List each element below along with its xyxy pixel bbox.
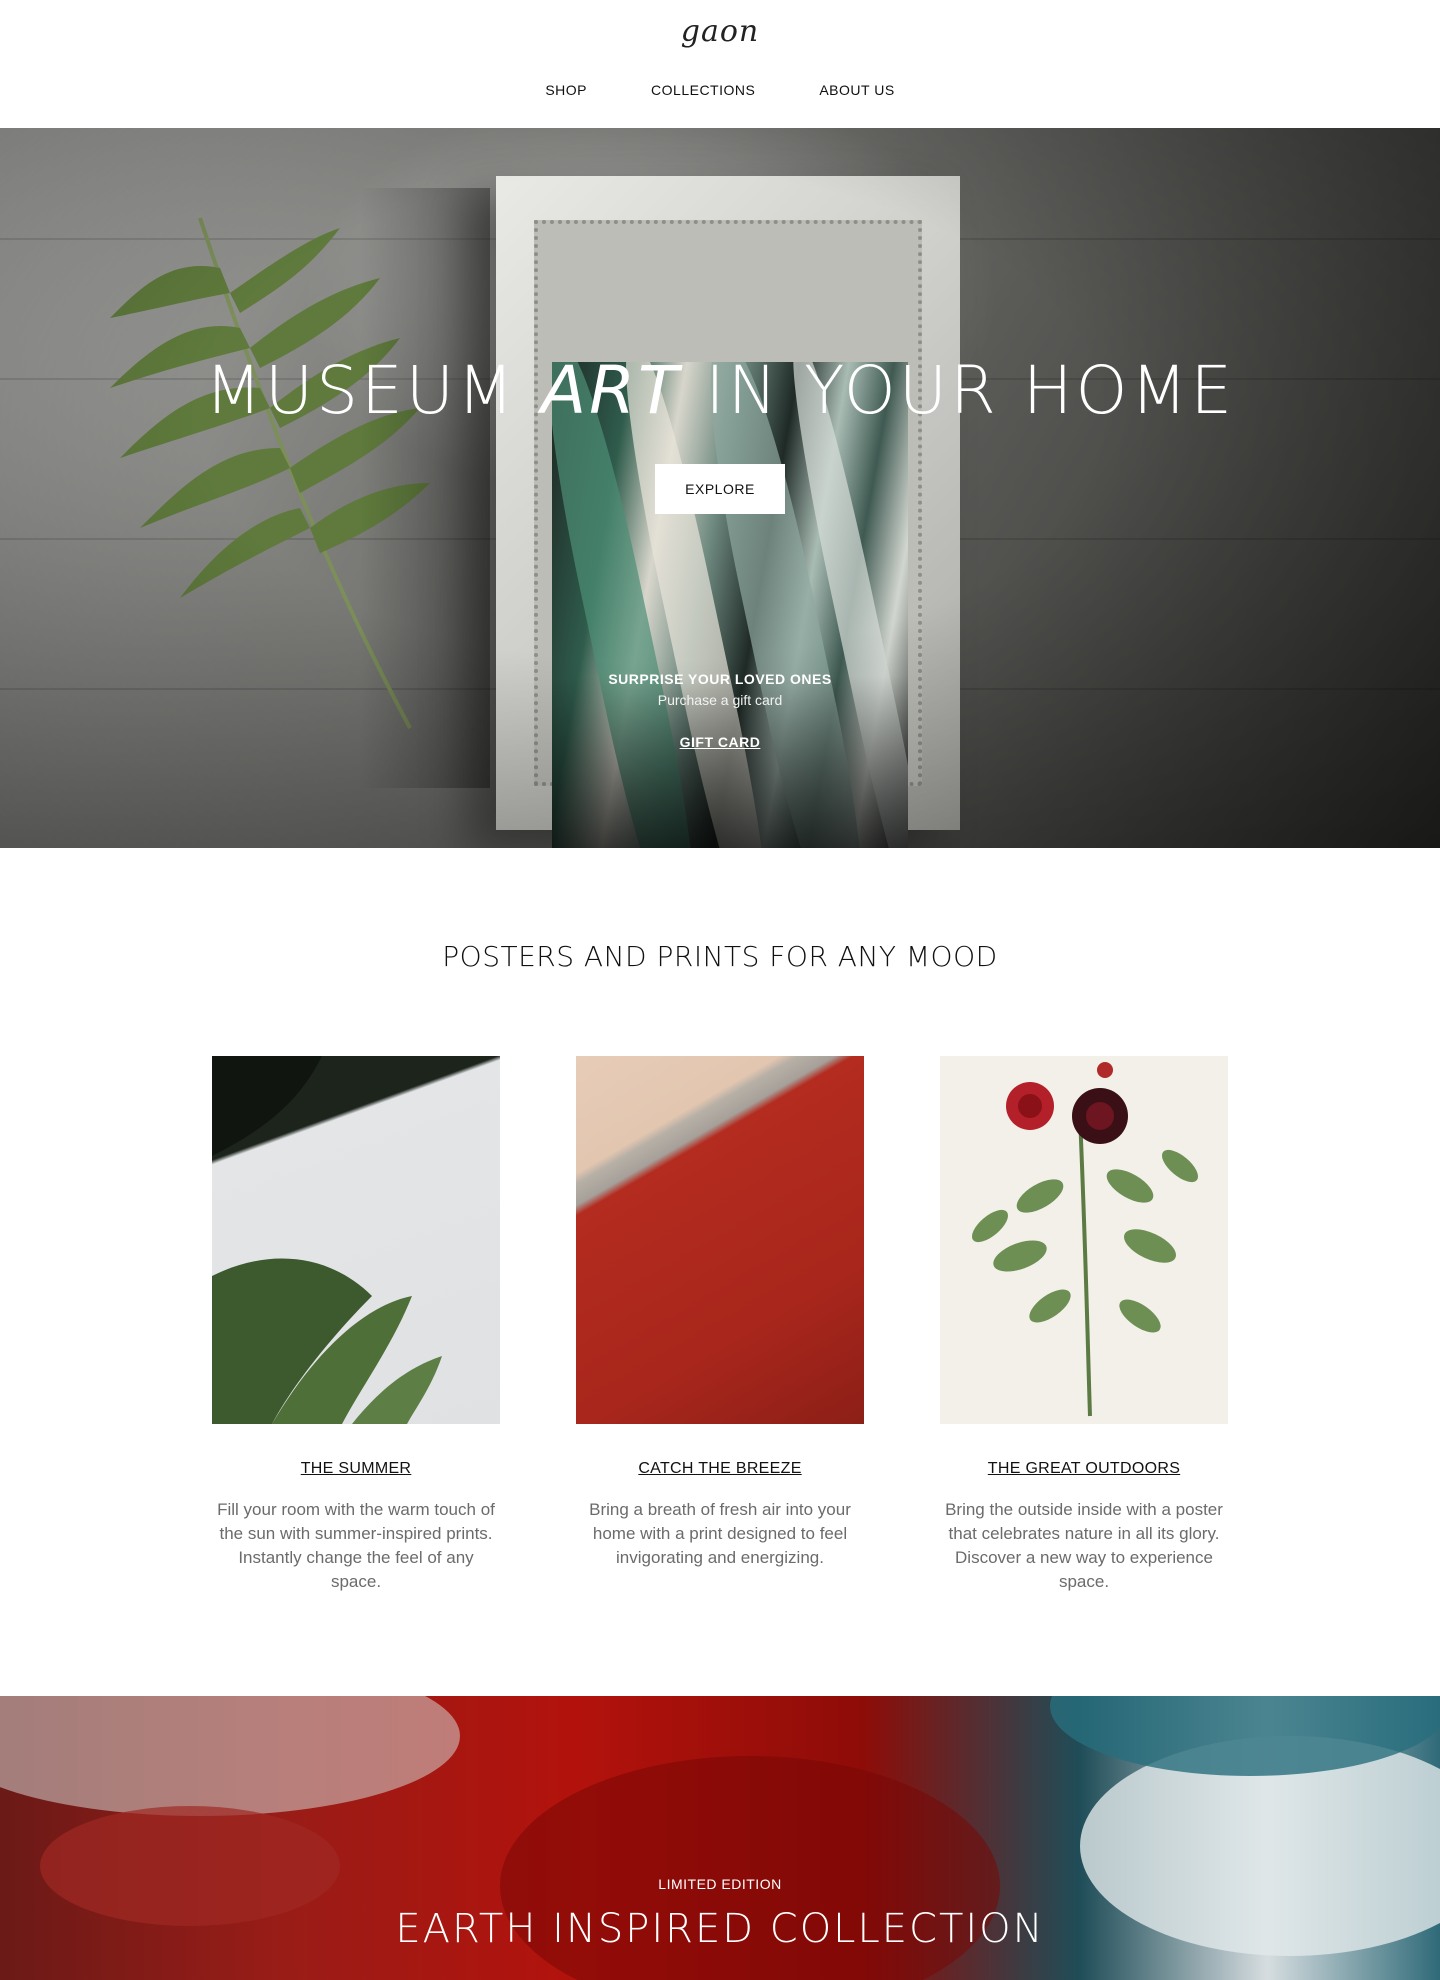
terrain-blob xyxy=(0,1696,460,1816)
mood-section-title: POSTERS AND PRINTS FOR ANY MOOD xyxy=(442,940,998,973)
outdoors-print-image[interactable] xyxy=(940,1056,1228,1424)
earth-title: EARTH INSPIRED COLLECTION xyxy=(395,1906,1045,1952)
collection-card-summer: THE SUMMER Fill your room with the warm … xyxy=(212,1056,500,1594)
collection-card-breeze: CATCH THE BREEZE Bring a breath of fresh… xyxy=(576,1056,864,1594)
collection-link-breeze[interactable]: CATCH THE BREEZE xyxy=(576,1460,864,1478)
site-header: gaon SHOP COLLECTIONS ABOUT US xyxy=(0,0,1440,128)
collection-desc-breeze: Bring a breath of fresh air into your ho… xyxy=(589,1500,851,1567)
nav-shop[interactable]: SHOP xyxy=(545,82,587,98)
collection-desc-outdoors: Bring the outside inside with a poster t… xyxy=(945,1500,1223,1591)
site-logo[interactable]: gaon xyxy=(0,14,1440,49)
hero-title: MUSEUM ART IN YOUR HOME xyxy=(204,352,1236,429)
earth-kicker: LIMITED EDITION xyxy=(658,1876,782,1892)
rose-illustration xyxy=(971,1062,1199,1417)
collection-link-summer[interactable]: THE SUMMER xyxy=(212,1460,500,1478)
gift-card-link[interactable]: GIFT CARD xyxy=(680,734,761,750)
gift-card-link-wrap: GIFT CARD xyxy=(0,734,1440,752)
gift-heading: SURPRISE YOUR LOVED ONES xyxy=(608,671,832,687)
mood-cards: THE SUMMER Fill your room with the warm … xyxy=(212,1056,1228,1594)
collection-desc-summer: Fill your room with the warm touch of th… xyxy=(217,1500,495,1591)
earth-collection-banner[interactable]: LIMITED EDITION EARTH INSPIRED COLLECTIO… xyxy=(0,1696,1440,1980)
breeze-print-image[interactable] xyxy=(576,1056,864,1424)
explore-button[interactable]: EXPLORE xyxy=(655,464,785,514)
gift-subtext: Purchase a gift card xyxy=(657,692,783,708)
nav-about-us[interactable]: ABOUT US xyxy=(819,82,894,98)
hero-banner: MUSEUM ART IN YOUR HOME EXPLORE SURPRISE… xyxy=(0,128,1440,848)
main-nav: SHOP COLLECTIONS ABOUT US xyxy=(0,82,1440,98)
banana-leaf-graphic xyxy=(212,1056,442,1424)
nav-collections[interactable]: COLLECTIONS xyxy=(651,82,755,98)
summer-print-image[interactable] xyxy=(212,1056,500,1424)
collection-link-outdoors[interactable]: THE GREAT OUTDOORS xyxy=(940,1460,1228,1478)
collection-card-outdoors: THE GREAT OUTDOORS Bring the outside ins… xyxy=(940,1056,1228,1594)
